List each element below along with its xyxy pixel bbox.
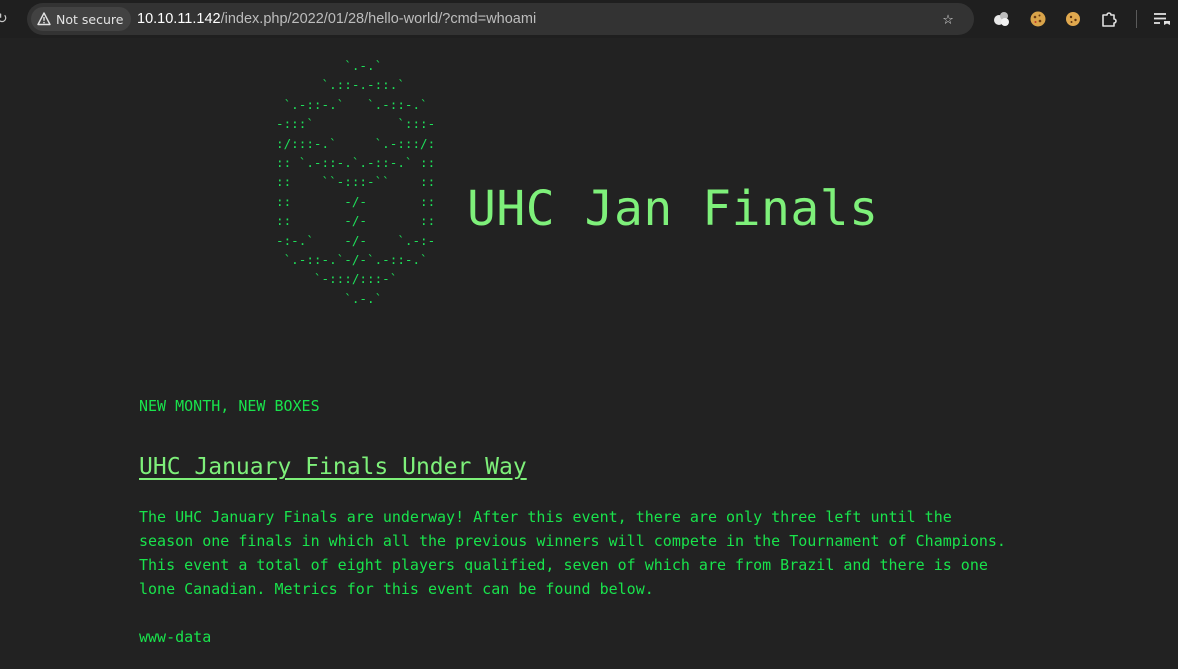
toolbar-divider [1136, 10, 1137, 28]
site-title: UHC Jan Finals [467, 181, 879, 237]
post-body-line: This event a total of eight players qual… [139, 556, 988, 574]
ascii-logo: `.-.` `.::-.-::.` `.-::-.` `.-::-.` -:::… [276, 58, 436, 306]
security-indicator[interactable]: Not secure [31, 7, 132, 31]
extension-cloud-icon[interactable] [992, 9, 1012, 29]
reading-list-icon[interactable] [1152, 9, 1172, 29]
post-body-line: lone Canadian. Metrics for this event ca… [139, 580, 654, 598]
command-output: www-data [139, 628, 212, 646]
address-bar[interactable]: Not secure 10.10.11.142/index.php/2022/0… [27, 3, 974, 35]
url-host: 10.10.11.142 [137, 11, 221, 27]
url-path: /index.php/2022/01/28/hello-world/?cmd=w… [220, 11, 537, 27]
browser-toolbar: ↻ Not secure 10.10.11.142/index.php/2022… [0, 0, 1178, 38]
post-title-link[interactable]: UHC January Finals Under Way [139, 451, 527, 483]
extensions-puzzle-icon[interactable] [1099, 9, 1119, 29]
cookie-extension-icon[interactable] [1028, 9, 1048, 29]
reload-icon[interactable]: ↻ [0, 9, 10, 29]
site-tagline: NEW MONTH, NEW BOXES [139, 397, 320, 415]
post-body: The UHC January Finals are underway! Aft… [139, 505, 1006, 601]
warning-icon [37, 12, 51, 26]
security-label: Not secure [56, 11, 124, 27]
post-body-line: season one finals in which all the previ… [139, 532, 1006, 550]
cookie-icon[interactable] [1063, 9, 1083, 29]
post-body-line: The UHC January Finals are underway! Aft… [139, 508, 952, 526]
url-text[interactable]: 10.10.11.142/index.php/2022/01/28/hello-… [137, 3, 536, 35]
bookmark-star-icon[interactable]: ☆ [938, 9, 958, 29]
